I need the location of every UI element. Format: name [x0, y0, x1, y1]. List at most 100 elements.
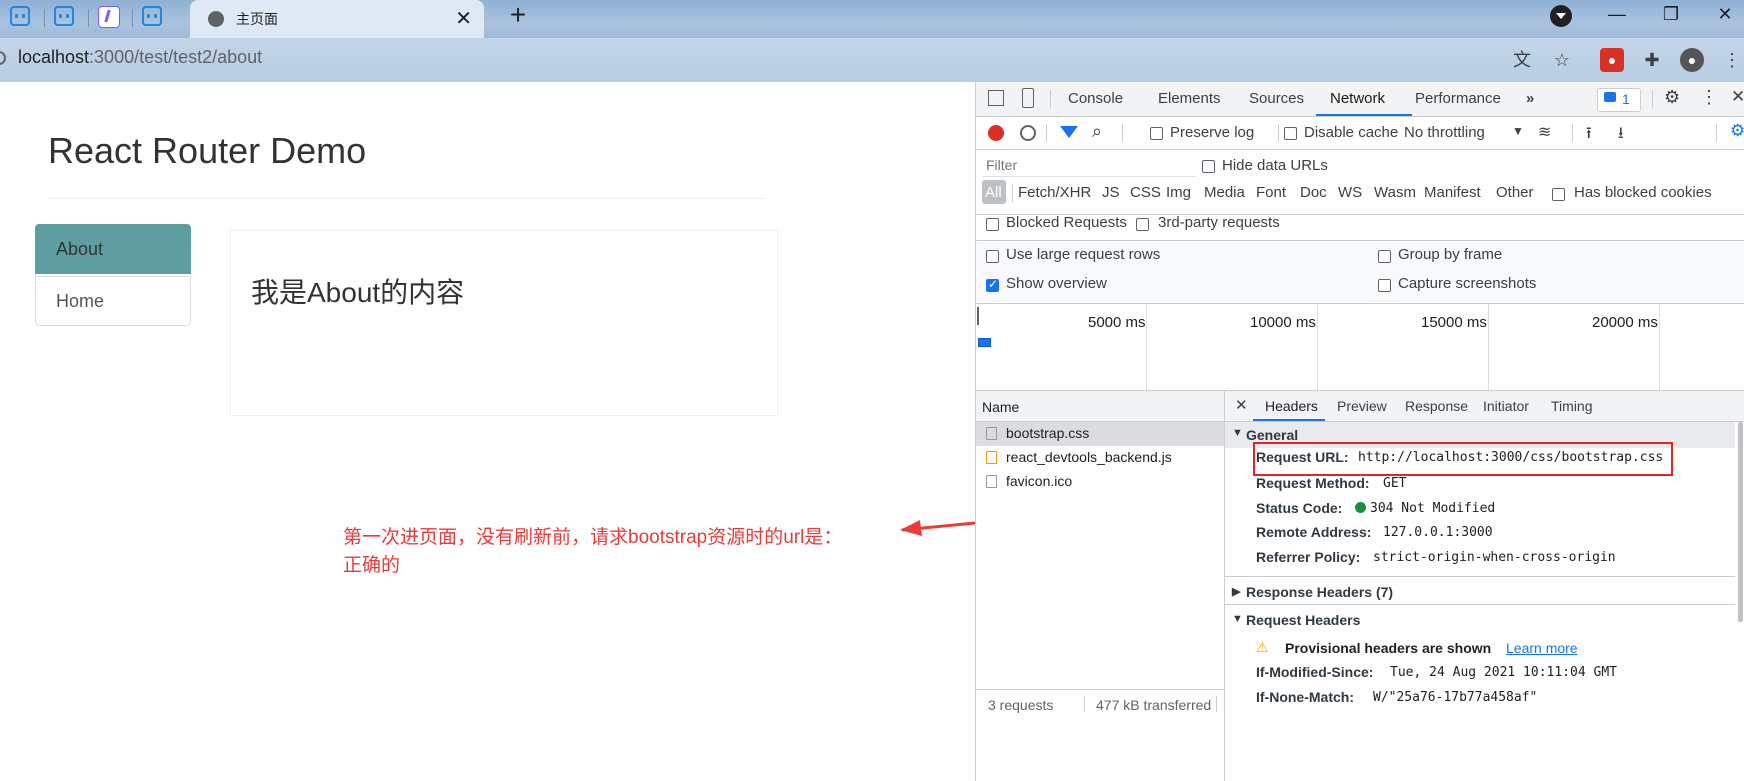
export-har-icon[interactable]: ⭳ [1618, 122, 1624, 149]
detail-scrollbar[interactable] [1738, 422, 1743, 622]
request-headers-title[interactable]: Request Headers [1246, 612, 1360, 628]
star-icon[interactable]: ☆ [1550, 48, 1574, 72]
translate-icon[interactable]: 文 [1510, 48, 1534, 72]
request-name: favicon.ico [1006, 473, 1073, 489]
filter-type-ws[interactable]: WS [1338, 184, 1362, 201]
close-tab-icon[interactable]: ✕ [455, 6, 472, 31]
filter-type-fetch-xhr[interactable]: Fetch/XHR [1018, 184, 1091, 201]
issues-badge[interactable]: 1 [1597, 88, 1641, 112]
request-row[interactable]: favicon.ico [976, 470, 1224, 494]
close-detail-icon[interactable]: ✕ [1235, 396, 1248, 414]
search-icon[interactable]: ⌕ [1092, 121, 1102, 142]
detail-tab-initiator[interactable]: Initiator [1483, 398, 1529, 414]
filter-type-manifest[interactable]: Manifest [1424, 184, 1481, 201]
close-window-icon[interactable]: ✕ [1700, 0, 1744, 30]
request-count: 3 requests [988, 697, 1054, 713]
page-title: React Router Demo [48, 130, 367, 171]
detail-tab-response[interactable]: Response [1405, 398, 1468, 414]
third-party-checkbox[interactable] [1136, 218, 1149, 231]
filter-type-media[interactable]: Media [1204, 184, 1245, 201]
avatar[interactable]: ● [1680, 48, 1704, 72]
capture-screenshots-checkbox[interactable] [1378, 279, 1391, 292]
filter-type-doc[interactable]: Doc [1300, 184, 1327, 201]
issues-count: 1 [1622, 91, 1630, 107]
status-bar: 3 requests 477 kB transferred [976, 689, 1224, 718]
restore-icon[interactable]: ❐ [1646, 0, 1696, 30]
detail-tab-headers[interactable]: Headers [1265, 398, 1318, 414]
separator [1046, 124, 1047, 142]
filter-type-wasm[interactable]: Wasm [1374, 184, 1416, 201]
request-row[interactable]: react_devtools_backend.js [976, 446, 1224, 470]
chevron-down-icon[interactable]: ▼ [1512, 124, 1524, 138]
menu-icon[interactable]: ⋮ [1720, 48, 1744, 72]
triangle-down-icon[interactable]: ▼ [1232, 613, 1243, 625]
minimize-icon[interactable]: — [1592, 0, 1642, 30]
js-file-icon [986, 451, 997, 464]
disable-cache-checkbox[interactable] [1284, 127, 1297, 140]
profile-dropdown-icon[interactable] [1550, 5, 1572, 27]
filter-type-js[interactable]: JS [1102, 184, 1120, 201]
nav-home-link[interactable]: Home [35, 276, 191, 326]
learn-more-link[interactable]: Learn more [1506, 640, 1578, 656]
large-rows-checkbox[interactable] [986, 250, 999, 263]
network-settings-gear-icon[interactable]: ⚙ [1730, 121, 1744, 141]
puzzle-icon[interactable]: ✚ [1640, 48, 1664, 72]
import-har-icon[interactable]: ⭱ [1586, 122, 1592, 149]
triangle-right-icon[interactable]: ▶ [1232, 585, 1240, 598]
timeline-marker [977, 307, 979, 325]
new-tab-button[interactable]: + [500, 0, 536, 32]
throttling-select[interactable]: No throttling [1404, 124, 1485, 141]
address-bar: localhost:3000/test/test2/about 文 ☆ ● ✚ … [0, 38, 1744, 82]
filter-type-other[interactable]: Other [1496, 184, 1534, 201]
gear-icon[interactable]: ⚙ [1664, 87, 1680, 108]
blocked-requests-checkbox[interactable] [986, 218, 999, 231]
preserve-log-checkbox[interactable] [1150, 127, 1163, 140]
hide-data-urls-checkbox[interactable] [1202, 160, 1215, 173]
active-tab-title: 主页面 [236, 11, 278, 27]
request-row[interactable]: bootstrap.css [976, 422, 1224, 446]
show-overview-checkbox[interactable] [986, 277, 999, 292]
app-tab-icon[interactable] [98, 6, 120, 28]
filter-input[interactable] [982, 154, 1196, 177]
filter-type-all[interactable]: All [985, 184, 1002, 201]
tab-console[interactable]: Console [1068, 90, 1123, 107]
tab-network[interactable]: Network [1330, 90, 1385, 107]
bilibili-tab-icon[interactable] [142, 6, 162, 26]
tab-elements[interactable]: Elements [1158, 90, 1221, 107]
device-toggle-icon[interactable] [1022, 88, 1034, 108]
filter-bar: Hide data URLs [976, 150, 1744, 215]
active-tab[interactable]: 主页面 ✕ [190, 0, 484, 38]
more-tabs-icon[interactable]: » [1526, 90, 1534, 107]
tab-sources[interactable]: Sources [1249, 90, 1304, 107]
tab-bar: 主页面 ✕ + — ❐ ✕ [0, 0, 1744, 38]
kebab-menu-icon[interactable]: ⋮ [1700, 87, 1718, 108]
gridline [1317, 304, 1318, 390]
tab-performance[interactable]: Performance [1415, 90, 1501, 107]
response-headers-title[interactable]: Response Headers (7) [1246, 584, 1393, 600]
inspect-icon[interactable] [988, 90, 1004, 106]
name-column-header[interactable]: Name [982, 399, 1019, 415]
bilibili-tab-icon[interactable] [10, 6, 30, 26]
has-blocked-cookies-checkbox[interactable] [1552, 188, 1565, 201]
bilibili-tab-icon[interactable] [54, 6, 74, 26]
detail-tab-timing[interactable]: Timing [1551, 398, 1593, 414]
referrer-policy-key: Referrer Policy: [1256, 549, 1361, 565]
extension-icon[interactable]: ● [1600, 48, 1624, 72]
filter-icon[interactable] [1060, 126, 1078, 138]
nav-about-link[interactable]: About [35, 224, 191, 274]
filter-type-font[interactable]: Font [1256, 184, 1286, 201]
network-conditions-icon[interactable]: ≋ [1538, 122, 1551, 142]
filter-type-img[interactable]: Img [1166, 184, 1191, 201]
preserve-log-label: Preserve log [1170, 124, 1255, 141]
group-by-frame-checkbox[interactable] [1378, 250, 1391, 263]
timeline-bar [978, 338, 991, 347]
clear-icon[interactable] [1020, 125, 1036, 141]
info-icon[interactable] [0, 51, 6, 65]
url-field[interactable]: localhost:3000/test/test2/about [18, 47, 262, 68]
detail-tab-preview[interactable]: Preview [1337, 398, 1387, 414]
record-icon[interactable] [988, 125, 1004, 141]
request-list: Name bootstrap.css react_devtools_backen… [976, 391, 1225, 781]
content-panel: 我是About的内容 [230, 230, 778, 416]
filter-type-css[interactable]: CSS [1130, 184, 1161, 201]
close-devtools-icon[interactable]: ✕ [1731, 87, 1744, 107]
